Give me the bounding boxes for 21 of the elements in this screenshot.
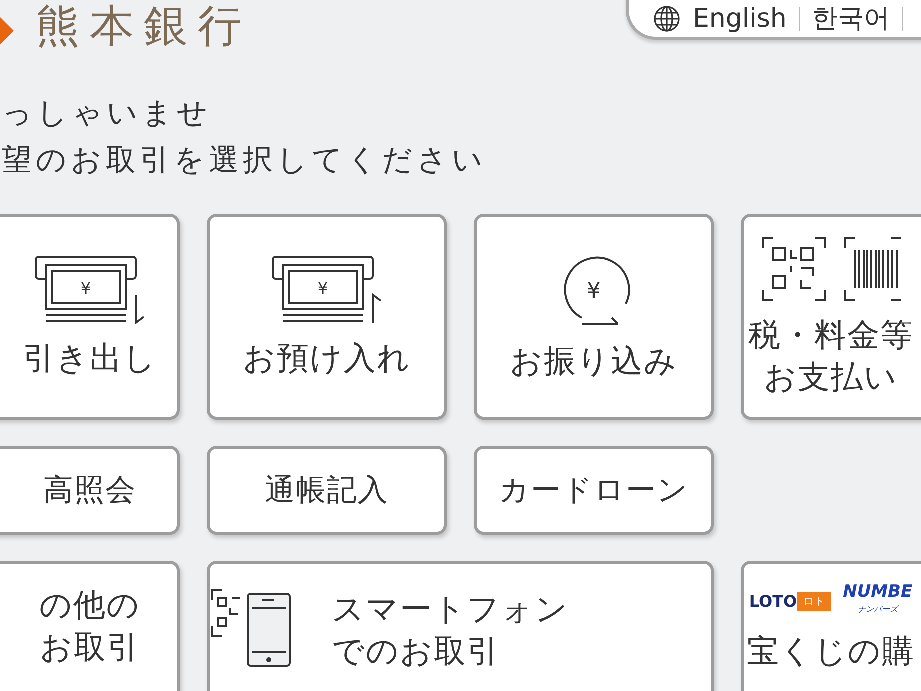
menu-button[interactable]: カードローン xyxy=(474,446,714,535)
menu-button[interactable]: 税・料金等 お支払い xyxy=(741,214,921,420)
menu-button[interactable]: ¥ お振り込み xyxy=(474,214,714,420)
menu-button[interactable]: 高照会 xyxy=(0,446,180,535)
loto-logo-label: ロト xyxy=(797,592,832,610)
bank-logo-text: 熊本銀行 xyxy=(36,2,252,52)
menu-button[interactable]: スマートフォン でのお取引 xyxy=(207,561,714,691)
menu-button[interactable]: の他の お取引 xyxy=(0,561,180,691)
menu-button[interactable]: ¥ 引き出し xyxy=(0,214,180,420)
language-link[interactable]: 한국어 xyxy=(812,1,890,36)
greeting-text: っしゃいませ xyxy=(2,95,213,133)
numbers-logo: NUMBE ナンバーズ xyxy=(843,584,913,616)
menu-button[interactable]: ¥ お預け入れ xyxy=(207,214,447,420)
qr-barcode-icon xyxy=(761,236,901,302)
qr-phone-icon xyxy=(210,588,292,668)
loto-logo: LOTO xyxy=(749,592,798,610)
globe-icon xyxy=(653,4,681,32)
greeting-text: 望のお取引を選択してください xyxy=(2,142,488,180)
menu-button[interactable]: 通帳記入 xyxy=(207,446,447,535)
language-link[interactable]: English xyxy=(693,4,787,34)
menu-button[interactable]: LOTO ロト NUMBE ナンバーズ 宝くじの購 xyxy=(741,561,921,691)
